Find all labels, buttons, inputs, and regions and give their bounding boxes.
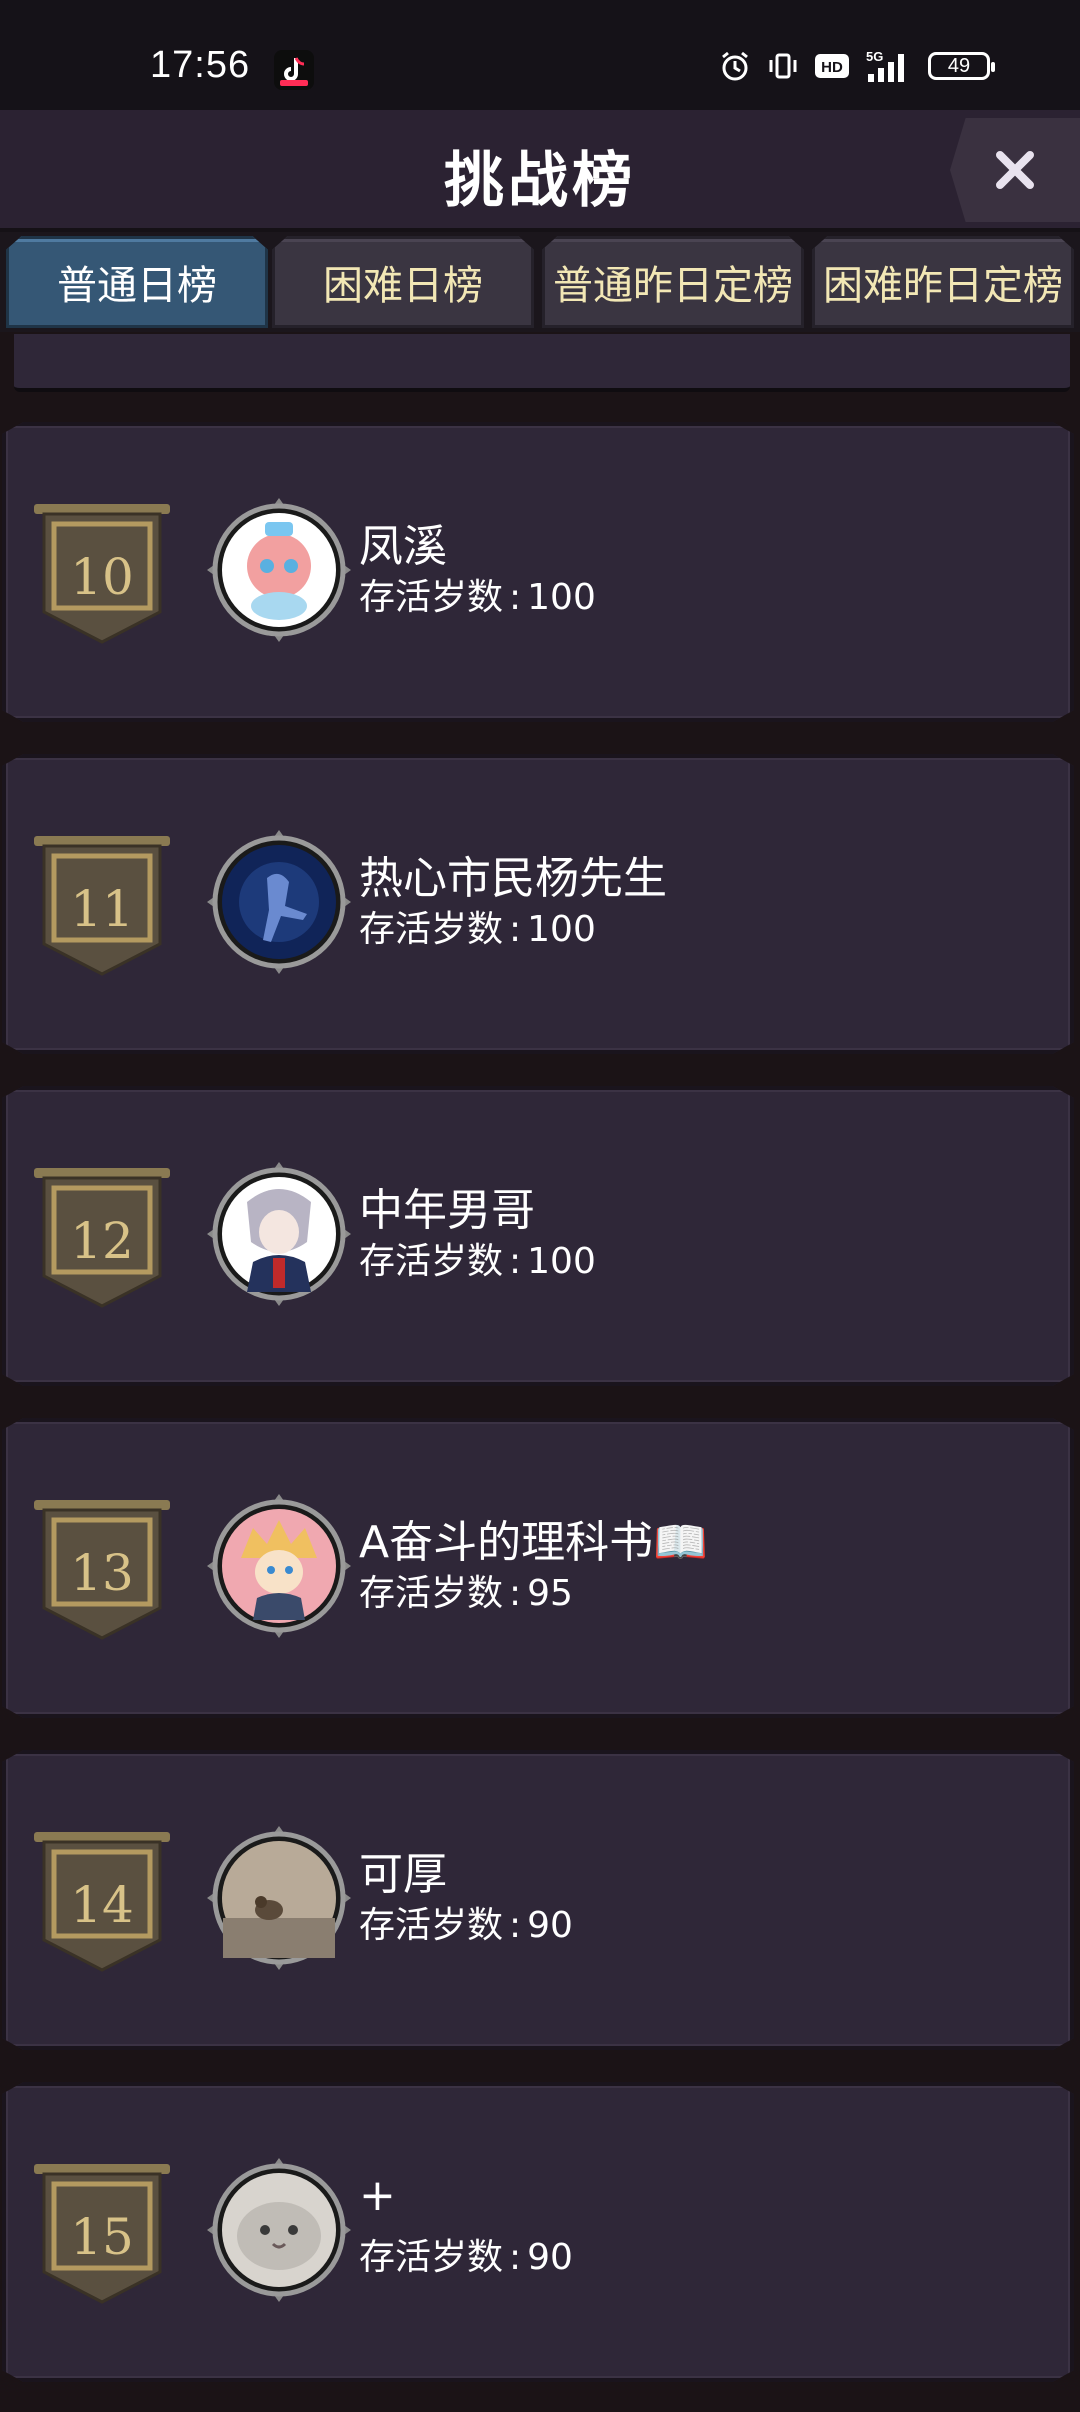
leaderboard-list[interactable]: 10 凤溪 存活岁数:100 11 热心市民杨先生 存活岁数: 100 12 … bbox=[0, 334, 1080, 2412]
player-name: + bbox=[359, 2170, 396, 2221]
rank-badge: 14 bbox=[32, 1830, 172, 1980]
svg-text:HD: HD bbox=[821, 59, 843, 76]
score-value: 95 bbox=[527, 1573, 573, 1614]
player-score: 存活岁数:100 bbox=[359, 1241, 596, 1282]
score-label: 存活岁数 bbox=[359, 1573, 504, 1614]
avatar[interactable] bbox=[207, 498, 351, 642]
score-label: 存活岁数 bbox=[359, 577, 504, 618]
battery-indicator: 49 bbox=[928, 52, 995, 80]
rank-number: 13 bbox=[70, 1544, 134, 1602]
status-icons: HD 5G 49 bbox=[718, 48, 995, 84]
rank-number: 12 bbox=[70, 1212, 134, 1270]
avatar[interactable] bbox=[207, 1162, 351, 1306]
vibrate-icon bbox=[769, 53, 797, 79]
player-score: 存活岁数:100 bbox=[359, 577, 596, 618]
page-header: 挑战榜 bbox=[0, 110, 1080, 232]
status-bar: 17:56 HD 5G 49 bbox=[0, 0, 1080, 110]
leaderboard-row[interactable]: 11 热心市民杨先生 存活岁数:100 bbox=[2, 754, 1074, 1054]
battery-level: 49 bbox=[947, 54, 971, 77]
rank-badge: 13 bbox=[32, 1498, 172, 1648]
rank-badge: 10 bbox=[32, 502, 172, 652]
close-button[interactable] bbox=[950, 118, 1080, 222]
player-name: A奋斗的理科书📖 bbox=[359, 1517, 708, 1568]
alarm-icon bbox=[722, 51, 748, 81]
rank-badge: 12 bbox=[32, 1166, 172, 1316]
player-name: 中年男哥 bbox=[359, 1185, 535, 1236]
svg-text:5G: 5G bbox=[866, 49, 883, 64]
leaderboard-row[interactable]: 14 可厚 存活岁数:90 bbox=[2, 1750, 1074, 2050]
avatar[interactable] bbox=[207, 1826, 351, 1970]
signal-5g-icon: 5G bbox=[866, 49, 904, 82]
rank-badge: 15 bbox=[32, 2162, 172, 2312]
score-value: 90 bbox=[527, 2237, 573, 2278]
player-name: 热心市民杨先生 bbox=[359, 853, 667, 904]
score-value: 90 bbox=[527, 1905, 573, 1946]
tab-normal-daily[interactable]: 普通日榜 bbox=[6, 236, 268, 328]
avatar[interactable] bbox=[207, 1494, 351, 1638]
tab-hard-yesterday-final[interactable]: 困难昨日定榜 bbox=[812, 236, 1074, 328]
leaderboard-row[interactable]: 15 + 存活岁数:90 bbox=[2, 2082, 1074, 2382]
score-value: 100 bbox=[527, 577, 596, 618]
rank-badge: 11 bbox=[32, 834, 172, 984]
leaderboard-row[interactable]: 13 A奋斗的理科书📖 存活岁数:95 bbox=[2, 1418, 1074, 1718]
rank-number: 10 bbox=[70, 548, 134, 606]
rank-number: 14 bbox=[70, 1876, 134, 1934]
tiktok-notification-icon bbox=[274, 50, 314, 90]
score-value: 100 bbox=[527, 1241, 596, 1282]
score-label: 存活岁数 bbox=[359, 1241, 504, 1282]
status-time: 17:56 bbox=[150, 44, 251, 86]
avatar[interactable] bbox=[207, 830, 351, 974]
player-score: 存活岁数:100 bbox=[359, 909, 596, 950]
player-score: 存活岁数:90 bbox=[359, 2237, 573, 2278]
hd-icon: HD bbox=[815, 54, 849, 78]
score-label: 存活岁数 bbox=[359, 909, 504, 950]
tab-hard-daily[interactable]: 困难日榜 bbox=[272, 236, 534, 328]
player-score: 存活岁数:90 bbox=[359, 1905, 573, 1946]
ranking-tabs: 普通日榜 困难日榜 普通昨日定榜 困难昨日定榜 bbox=[0, 232, 1080, 332]
tab-normal-yesterday-final[interactable]: 普通昨日定榜 bbox=[542, 236, 804, 328]
list-item-partial bbox=[14, 334, 1070, 392]
score-value: 100 bbox=[527, 909, 596, 950]
page-title: 挑战榜 bbox=[444, 146, 636, 216]
score-label: 存活岁数 bbox=[359, 1905, 504, 1946]
player-name: 可厚 bbox=[359, 1849, 447, 1900]
player-name: 凤溪 bbox=[359, 521, 447, 572]
leaderboard-row[interactable]: 10 凤溪 存活岁数:100 bbox=[2, 422, 1074, 722]
rank-number: 11 bbox=[70, 880, 134, 938]
player-score: 存活岁数:95 bbox=[359, 1573, 573, 1614]
rank-number: 15 bbox=[70, 2208, 134, 2266]
leaderboard-row[interactable]: 12 中年男哥 存活岁数:100 bbox=[2, 1086, 1074, 1386]
score-label: 存活岁数 bbox=[359, 2237, 504, 2278]
close-icon bbox=[996, 151, 1034, 189]
avatar[interactable] bbox=[207, 2158, 351, 2302]
